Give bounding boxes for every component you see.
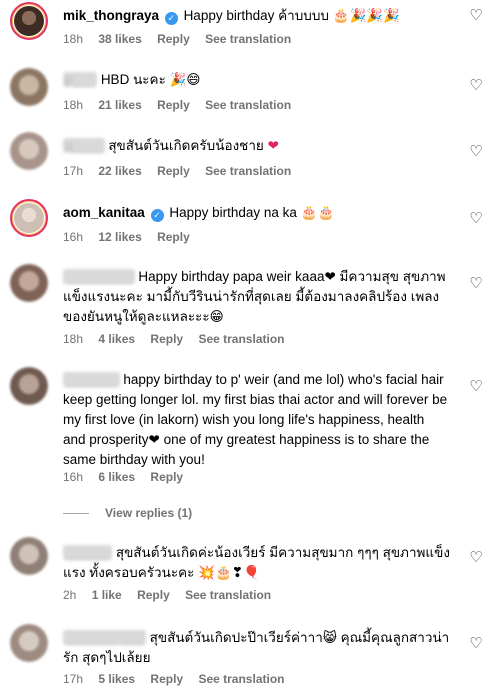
avatar[interactable] (10, 537, 48, 575)
like-heart-icon[interactable]: ♡ (469, 550, 483, 565)
timestamp: 17h (63, 672, 84, 686)
comment-emoji: 🎉😄 (169, 72, 201, 88)
username[interactable]: _________ (63, 269, 135, 284)
likes-count[interactable]: 12 likes (98, 230, 141, 244)
avatar[interactable] (10, 624, 48, 662)
comment-body: สุขสันต์วันเกิดครับน้องชาย (108, 138, 264, 153)
see-translation-link[interactable]: See translation (198, 672, 284, 686)
avatar[interactable] (10, 132, 48, 170)
timestamp: 16h (63, 230, 84, 244)
timestamp: 18h (63, 98, 84, 112)
comment-emoji: 💥🎂❣🎈 (198, 565, 260, 581)
likes-count[interactable]: 6 likes (98, 470, 135, 484)
reply-button[interactable]: Reply (157, 230, 190, 244)
comment-body: Happy birthday na ka (169, 205, 297, 220)
see-translation-link[interactable]: See translation (185, 588, 271, 602)
username[interactable]: _______ (63, 372, 120, 387)
reply-button[interactable]: Reply (150, 470, 183, 484)
username[interactable]: p___ (63, 72, 98, 87)
see-translation-link[interactable]: See translation (205, 32, 291, 46)
avatar[interactable] (10, 199, 48, 237)
like-heart-icon[interactable]: ♡ (469, 78, 483, 93)
comment-text: mik_thongraya ✓ Happy birthday ค้าบบบบ 🎂… (63, 6, 455, 26)
comment-text: _______ happy birthday to p' weir (and m… (63, 370, 448, 470)
username[interactable]: ______ (63, 545, 113, 560)
likes-count[interactable]: 4 likes (98, 332, 135, 346)
comment-text: u____ สุขสันต์วันเกิดครับน้องชาย ❤ (63, 136, 455, 156)
likes-count[interactable]: 1 like (92, 588, 122, 602)
avatar[interactable] (10, 2, 48, 40)
comment-text: ______ สุขสันต์วันเกิดค่ะน้องเวียร์ มีคว… (63, 543, 455, 583)
comment-emoji: ❤ (267, 138, 279, 154)
username[interactable]: u____ (63, 138, 105, 153)
username[interactable]: mik_thongraya (63, 8, 159, 23)
comment-meta: 18h 4 likes Reply See translation (63, 331, 296, 347)
comment-body: Happy birthday ค้าบบบบ (183, 8, 330, 23)
see-translation-link[interactable]: See translation (198, 332, 284, 346)
likes-count[interactable]: 22 likes (98, 164, 141, 178)
reply-button[interactable]: Reply (137, 588, 170, 602)
likes-count[interactable]: 21 likes (98, 98, 141, 112)
reply-button[interactable]: Reply (157, 98, 190, 112)
comment-meta: 17h 22 likes Reply See translation (63, 163, 303, 179)
avatar[interactable] (10, 68, 48, 106)
avatar[interactable] (10, 264, 48, 302)
comment-meta: 18h 38 likes Reply See translation (63, 31, 303, 47)
reply-button[interactable]: Reply (150, 672, 183, 686)
comment-meta: 17h 5 likes Reply See translation (63, 671, 296, 687)
verified-badge-icon: ✓ (150, 209, 164, 222)
like-heart-icon[interactable]: ♡ (469, 276, 483, 291)
comment-text: _________ Happy birthday papa weir kaaa❤… (63, 267, 448, 327)
comment-text: _______ ___ สุขสันต์วันเกิดปะป๊าเวียร์ค่… (63, 628, 455, 668)
reply-button[interactable]: Reply (150, 332, 183, 346)
see-translation-link[interactable]: See translation (205, 164, 291, 178)
reply-button[interactable]: Reply (157, 164, 190, 178)
username[interactable]: aom_kanitaa (63, 205, 145, 220)
comment-emoji: 🎂🎂 (300, 205, 335, 221)
comment-emoji: 🎂🎉🎉🎉 (332, 8, 401, 24)
comment-body: HBD นะคะ (100, 72, 166, 87)
divider-line (63, 513, 89, 515)
timestamp: 17h (63, 164, 84, 178)
view-replies-button[interactable]: View replies (1) (63, 505, 192, 521)
likes-count[interactable]: 38 likes (98, 32, 141, 46)
comment-body: happy birthday to p' weir (and me lol) w… (63, 372, 448, 467)
reply-button[interactable]: Reply (157, 32, 190, 46)
like-heart-icon[interactable]: ♡ (469, 144, 483, 159)
like-heart-icon[interactable]: ♡ (469, 211, 483, 226)
timestamp: 18h (63, 32, 84, 46)
comment-meta: 2h 1 like Reply See translation (63, 587, 283, 603)
username[interactable]: _______ ___ (63, 630, 146, 645)
comment-text: p___ HBD นะคะ 🎉😄 (63, 70, 455, 90)
comment-meta: 18h 21 likes Reply See translation (63, 97, 303, 113)
see-translation-link[interactable]: See translation (205, 98, 291, 112)
timestamp: 16h (63, 470, 84, 484)
comment-meta: 16h 6 likes Reply (63, 469, 195, 485)
comment-meta: 16h 12 likes Reply (63, 229, 202, 245)
timestamp: 2h (63, 588, 77, 602)
timestamp: 18h (63, 332, 84, 346)
avatar[interactable] (10, 367, 48, 405)
view-replies-label[interactable]: View replies (1) (105, 506, 192, 520)
likes-count[interactable]: 5 likes (98, 672, 135, 686)
verified-badge-icon: ✓ (164, 12, 178, 25)
comment-text: aom_kanitaa ✓ Happy birthday na ka 🎂🎂 (63, 203, 455, 223)
like-heart-icon[interactable]: ♡ (469, 379, 483, 394)
like-heart-icon[interactable]: ♡ (469, 636, 483, 651)
like-heart-icon[interactable]: ♡ (469, 8, 483, 23)
